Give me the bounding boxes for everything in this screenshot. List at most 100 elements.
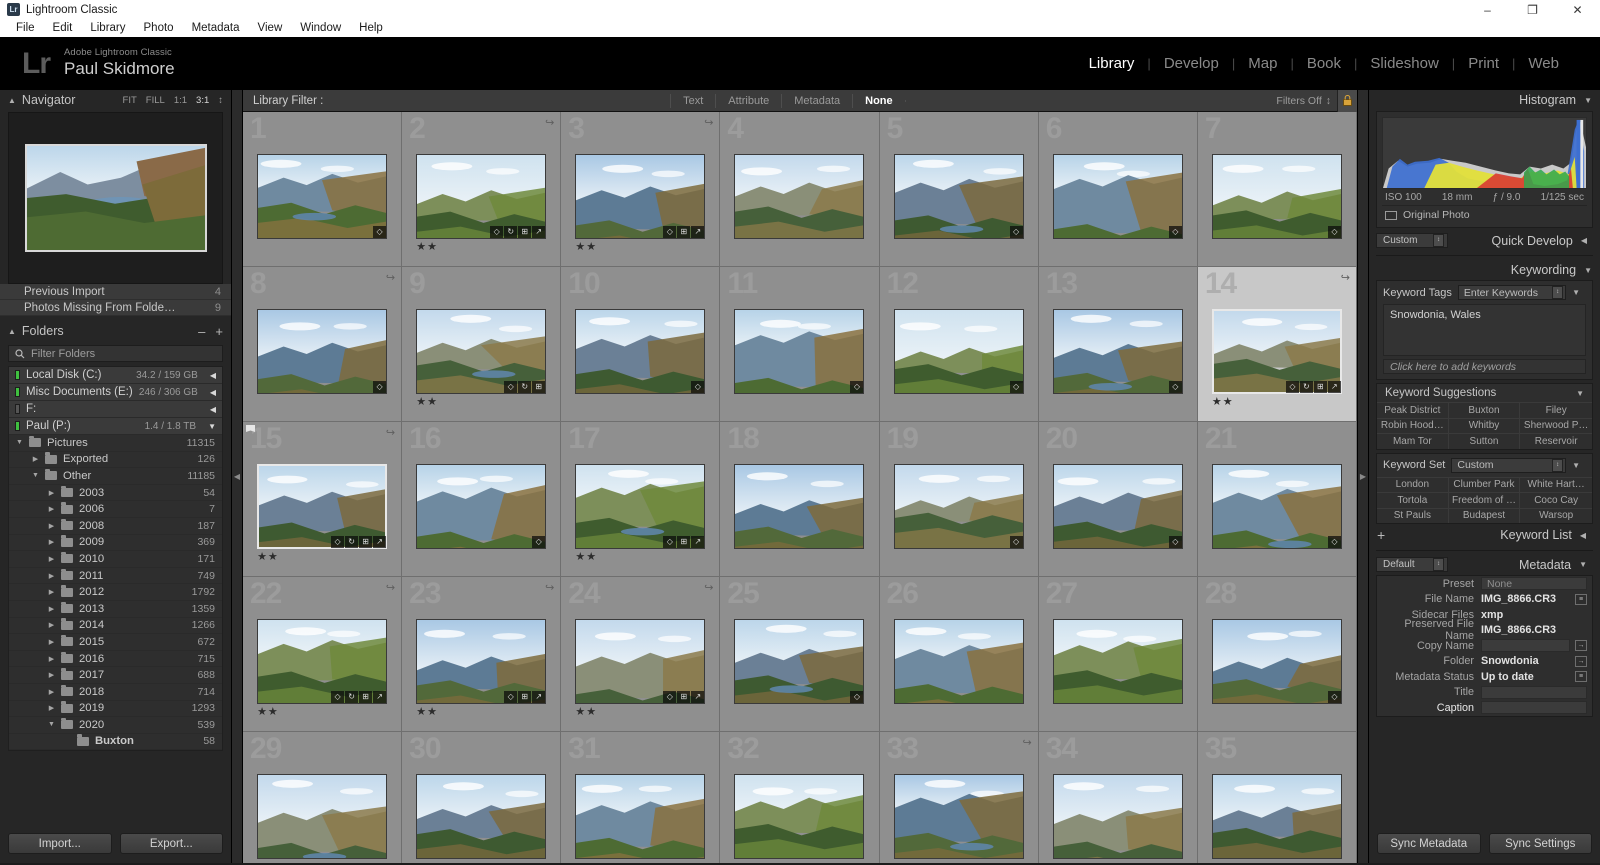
- menu-item-library[interactable]: Library: [81, 22, 134, 34]
- thumbnail[interactable]: [1052, 773, 1183, 859]
- metadata-action-button[interactable]: ≡: [1575, 593, 1587, 605]
- volume-row[interactable]: Misc Documents (E:) 246 / 306 GB ◀: [9, 384, 222, 401]
- filters-state[interactable]: Filters Off ↕: [1276, 95, 1337, 107]
- thumbnail[interactable]: ◇: [734, 308, 865, 394]
- chevron-down-icon[interactable]: ▲: [8, 327, 16, 336]
- filter-folders-input[interactable]: Filter Folders: [8, 345, 223, 362]
- keyword-badge[interactable]: ◇: [1285, 380, 1299, 393]
- grid-cell[interactable]: 11 ◇: [720, 267, 880, 422]
- filter-tab-metadata[interactable]: Metadata: [781, 93, 852, 108]
- filter-tab-text[interactable]: Text: [670, 93, 715, 108]
- develop-badge[interactable]: ↗: [373, 535, 387, 548]
- metadata-view-select[interactable]: Default ↕: [1376, 557, 1448, 572]
- metadata-row[interactable]: Caption: [1377, 700, 1592, 716]
- keyword-set-chip[interactable]: Warsop: [1520, 507, 1592, 524]
- keyword-tags-mode-select[interactable]: Enter Keywords ↕: [1457, 285, 1567, 300]
- folder-row[interactable]: ▼ Other 11185: [9, 468, 222, 485]
- module-map[interactable]: Map: [1235, 55, 1290, 72]
- sync-metadata-button[interactable]: Sync Metadata: [1377, 833, 1481, 854]
- folder-row[interactable]: ▶ 2015 672: [9, 634, 222, 651]
- grid-cell[interactable]: 26: [879, 577, 1039, 732]
- metadata-input[interactable]: [1481, 639, 1570, 653]
- thumbnail[interactable]: [734, 463, 865, 549]
- metadata-row[interactable]: Metadata Status Up to date ≡: [1377, 669, 1592, 685]
- star-rating[interactable]: ★★: [575, 550, 597, 563]
- grid-cell[interactable]: 31: [561, 732, 721, 863]
- keyword-badge[interactable]: ◇: [373, 225, 387, 238]
- grid-cell[interactable]: 12 ◇: [879, 267, 1039, 422]
- folder-row[interactable]: ▶ 2019 1293: [9, 701, 222, 718]
- star-rating[interactable]: ★★: [416, 240, 438, 253]
- folder-row[interactable]: ▶ Exported 126: [9, 452, 222, 469]
- rotate-icon[interactable]: ↪: [1022, 736, 1031, 749]
- thumbnail[interactable]: [734, 773, 865, 859]
- add-keywords-input[interactable]: Click here to add keywords: [1383, 359, 1586, 374]
- module-book[interactable]: Book: [1294, 55, 1354, 72]
- folders-header[interactable]: ▲ Folders – +: [0, 320, 231, 342]
- metadata-row[interactable]: Folder Snowdonia →: [1377, 654, 1592, 670]
- thumbnail[interactable]: ◇: [1052, 153, 1183, 239]
- thumbnail[interactable]: ◇: [1211, 618, 1342, 704]
- keyword-suggestion-chip[interactable]: Reservoir: [1520, 433, 1592, 449]
- spinner-icon[interactable]: ↕: [1433, 234, 1444, 247]
- volume-expand-icon[interactable]: ◀: [210, 405, 216, 414]
- navigator-zoom-fill[interactable]: FILL: [146, 95, 165, 106]
- keyword-set-chip[interactable]: White Hart…: [1520, 476, 1592, 493]
- folder-row[interactable]: ▶ 2009 369: [9, 535, 222, 552]
- module-library[interactable]: Library: [1076, 55, 1148, 72]
- keyword-badge[interactable]: ◇: [1168, 380, 1182, 393]
- remove-folder-button[interactable]: –: [198, 324, 205, 339]
- grid-cell[interactable]: 15 ↪ ◇ ↻ ⊞ ↗ ★★: [243, 422, 403, 577]
- navigator-zoom-spinner[interactable]: ↕: [218, 95, 223, 106]
- thumbnail[interactable]: ◇ ↻ ⊞ ★★: [416, 308, 547, 408]
- keyword-badge[interactable]: ◇: [532, 535, 546, 548]
- folder-row[interactable]: Buxton 58: [9, 734, 222, 751]
- star-rating[interactable]: ★★: [575, 705, 597, 718]
- filters-state-spinner[interactable]: ↕: [1326, 95, 1331, 107]
- develop-badge[interactable]: ↗: [1327, 380, 1341, 393]
- keyword-badge[interactable]: ◇: [663, 225, 677, 238]
- navigator-header[interactable]: ▲ Navigator FIT FILL 1:1 3:1 ↕: [0, 90, 231, 110]
- grid-cell[interactable]: 22 ↪ ◇ ↻ ⊞ ↗ ★★: [243, 577, 403, 732]
- menu-item-view[interactable]: View: [249, 22, 292, 34]
- thumbnail[interactable]: ◇: [1211, 463, 1342, 549]
- keyword-suggestion-chip[interactable]: Buxton: [1448, 402, 1521, 418]
- keyword-badge[interactable]: ◇: [504, 380, 518, 393]
- grid-cell[interactable]: 3 ↪ ◇ ⊞ ↗ ★★: [561, 112, 721, 267]
- folder-row[interactable]: ▶ 2008 187: [9, 518, 222, 535]
- histogram-header[interactable]: Histogram ▼: [1369, 90, 1600, 110]
- thumbnail[interactable]: [893, 618, 1024, 704]
- thumbnail[interactable]: ◇: [575, 308, 706, 394]
- star-rating[interactable]: ★★: [416, 705, 438, 718]
- close-button[interactable]: ✕: [1555, 0, 1600, 19]
- folder-row[interactable]: ▼ 2020 539: [9, 717, 222, 734]
- thumbnail[interactable]: ◇ ↻ ⊞ ↗ ★★: [257, 618, 388, 718]
- grid-cell[interactable]: 28 ◇: [1197, 577, 1357, 732]
- volume-expand-icon[interactable]: ▼: [208, 422, 216, 431]
- grid-cell[interactable]: 23 ↪ ◇ ⊞ ↗ ★★: [402, 577, 562, 732]
- keyword-badge[interactable]: ◇: [490, 225, 504, 238]
- metadata-action-button[interactable]: →: [1575, 655, 1587, 667]
- chevron-down-icon[interactable]: ▲: [8, 96, 16, 105]
- keyword-suggestion-chip[interactable]: Mam Tor: [1377, 433, 1449, 449]
- star-rating[interactable]: ★★: [1212, 395, 1234, 408]
- folder-disclosure-icon[interactable]: ▶: [47, 572, 56, 580]
- grid-cell[interactable]: 1 ◇: [243, 112, 403, 267]
- folder-disclosure-icon[interactable]: ▶: [47, 671, 56, 679]
- grid-cell[interactable]: 13 ◇: [1038, 267, 1198, 422]
- chevron-down-icon[interactable]: ▼: [1572, 288, 1580, 297]
- module-web[interactable]: Web: [1515, 55, 1572, 72]
- folder-disclosure-icon[interactable]: ▼: [15, 439, 24, 446]
- grid-cell[interactable]: 17 ◇ ⊞ ↗ ★★: [561, 422, 721, 577]
- thumbnail[interactable]: [257, 773, 388, 859]
- rotate-icon[interactable]: ↪: [386, 271, 395, 284]
- metadata-input[interactable]: None: [1481, 577, 1587, 591]
- chevron-left-icon[interactable]: ◀: [1580, 531, 1586, 540]
- keyword-set-chip[interactable]: Tortola: [1377, 492, 1449, 508]
- quick-develop-preset-select[interactable]: Custom ↕: [1376, 233, 1448, 248]
- keywording-header[interactable]: Keywording ▼: [1369, 260, 1600, 280]
- menu-item-metadata[interactable]: Metadata: [183, 22, 249, 34]
- keyword-badge[interactable]: ◇: [663, 690, 677, 703]
- module-develop[interactable]: Develop: [1151, 55, 1232, 72]
- star-rating[interactable]: ★★: [416, 395, 438, 408]
